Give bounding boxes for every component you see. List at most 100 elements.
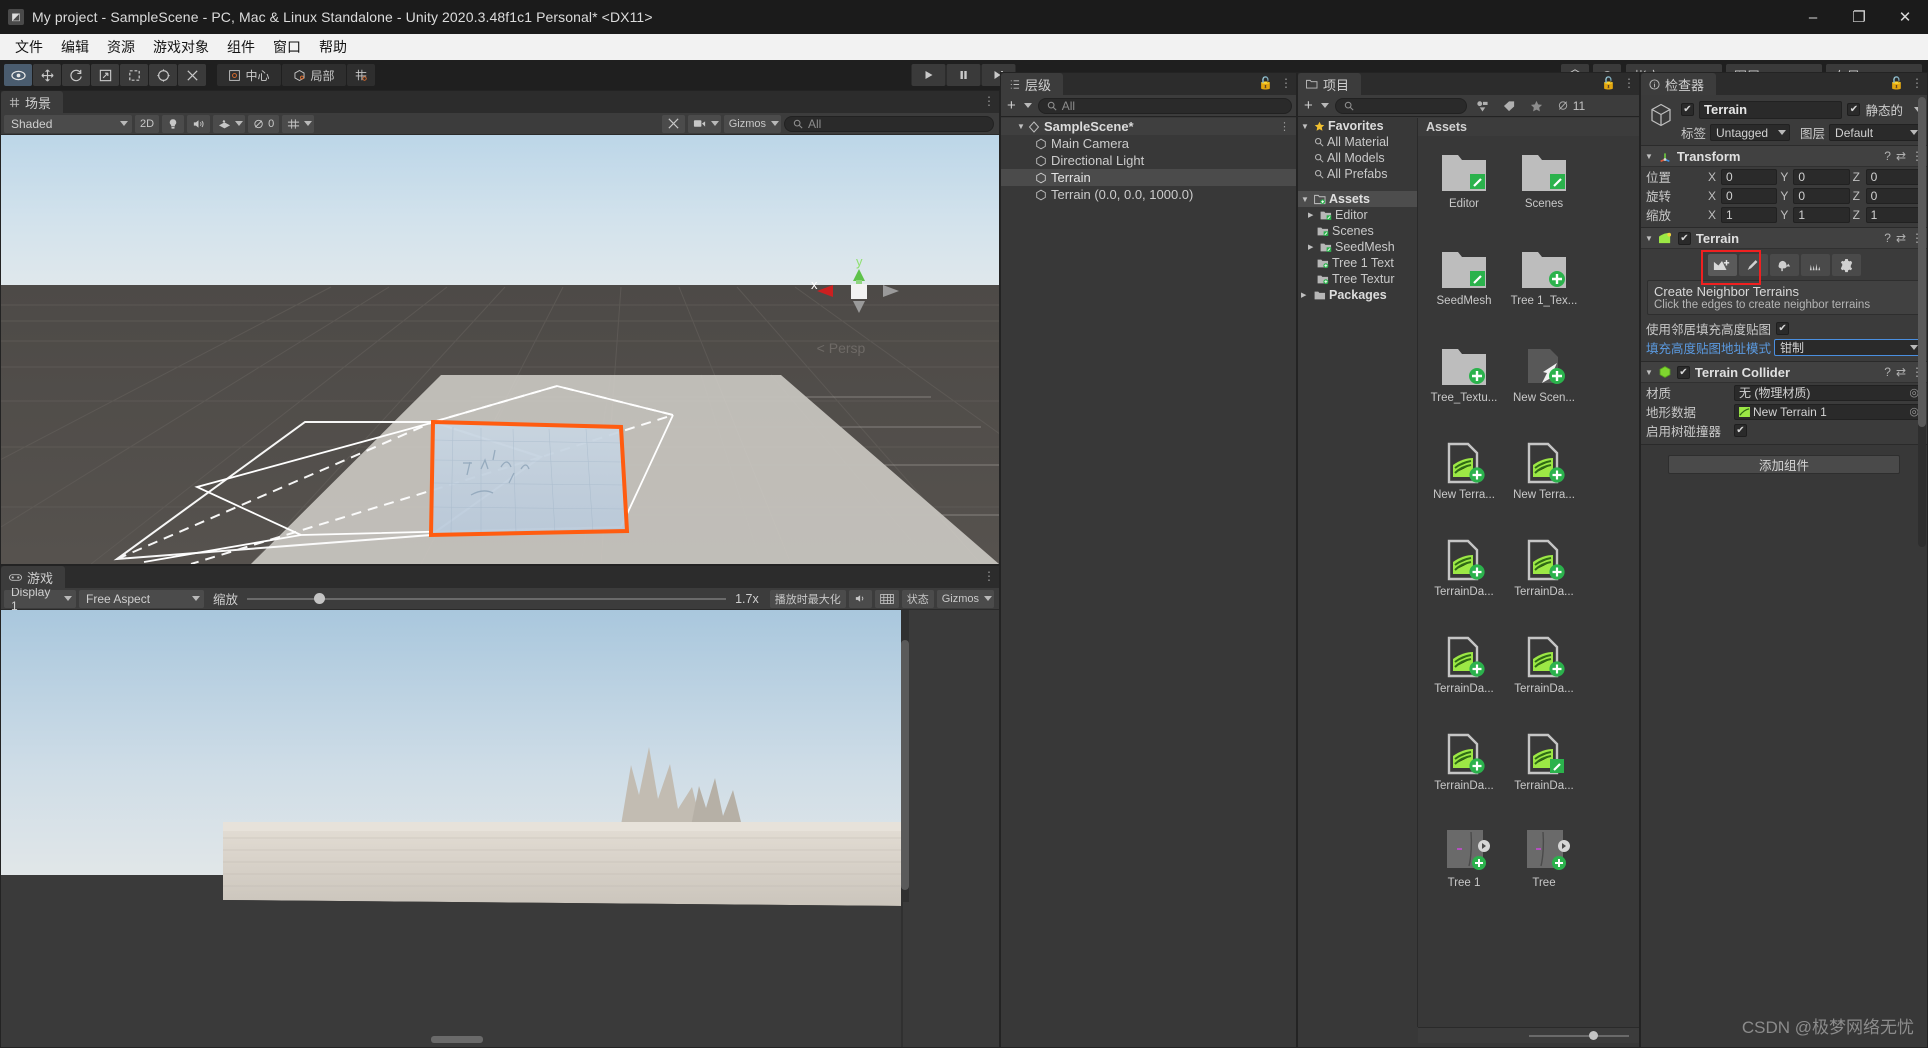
terrain-data-object-field[interactable]: New Terrain 1 ◎ bbox=[1734, 403, 1922, 420]
terrain-collider-header[interactable]: ▼ ✔ Terrain Collider ? ⇄ ⋮ bbox=[1641, 362, 1927, 383]
asset-item-terraindata-5[interactable]: TerrainDa... bbox=[1428, 730, 1500, 823]
project-filter-type-icon[interactable] bbox=[1471, 97, 1494, 115]
expand-arrow-icon[interactable]: ▼ bbox=[1301, 122, 1311, 131]
hierarchy-row-terrain-offset[interactable]: Terrain (0.0, 0.0, 1000.0) bbox=[1001, 186, 1296, 203]
scene-context-menu-icon[interactable]: ⋮ bbox=[1279, 120, 1290, 133]
position-x-input[interactable]: 0 bbox=[1721, 168, 1778, 185]
custom-tool-icon[interactable] bbox=[178, 64, 206, 86]
project-hidden-count[interactable]: 11 bbox=[1552, 97, 1590, 115]
asset-item-new-terrain-1[interactable]: New Terra... bbox=[1428, 439, 1500, 532]
tree-colliders-checkbox[interactable]: ✔ bbox=[1734, 424, 1747, 437]
project-tree-tree1-texture[interactable]: Tree 1 Text bbox=[1298, 255, 1417, 271]
expand-arrow-icon[interactable]: ▶ bbox=[1301, 291, 1311, 299]
game-gizmos-button[interactable]: Gizmos bbox=[936, 589, 994, 608]
project-tree-editor[interactable]: ▶ Editor bbox=[1298, 207, 1417, 223]
pause-button[interactable] bbox=[946, 64, 981, 86]
game-viewport[interactable] bbox=[1, 610, 999, 1047]
object-name-input[interactable]: Terrain bbox=[1699, 100, 1843, 119]
project-search-input[interactable] bbox=[1334, 97, 1467, 114]
hand-tool-icon[interactable] bbox=[4, 64, 32, 86]
project-filter-label-icon[interactable] bbox=[1498, 97, 1521, 115]
hierarchy-menu-icon[interactable]: ⋮ bbox=[1280, 76, 1292, 90]
maximize-button[interactable]: ❐ bbox=[1836, 0, 1882, 34]
position-y-input[interactable]: 0 bbox=[1793, 168, 1850, 185]
project-tree-all-material[interactable]: All Material bbox=[1298, 134, 1417, 150]
game-mute-audio-icon[interactable] bbox=[848, 589, 872, 608]
asset-item-tree1-texture[interactable]: Tree 1_Tex... bbox=[1508, 245, 1580, 338]
layer-dropdown[interactable]: Default bbox=[1829, 124, 1922, 141]
display-dropdown[interactable]: Display 1 bbox=[4, 585, 76, 613]
rotation-x-input[interactable]: 0 bbox=[1721, 187, 1778, 204]
asset-item-scenes[interactable]: Scenes bbox=[1508, 148, 1580, 241]
scene-audio-mute-icon[interactable]: 0 bbox=[248, 114, 280, 133]
create-neighbor-terrains-tool[interactable] bbox=[1707, 254, 1737, 276]
scene-viewport[interactable]: x y < Persp bbox=[1, 135, 999, 564]
pivot-mode-button[interactable]: 中心 bbox=[217, 64, 281, 86]
hierarchy-row-main-camera[interactable]: Main Camera bbox=[1001, 135, 1296, 152]
preset-icon[interactable]: ⇄ bbox=[1896, 231, 1906, 245]
aspect-dropdown[interactable]: Free Aspect bbox=[79, 589, 204, 608]
add-component-button[interactable]: 添加组件 bbox=[1668, 455, 1900, 474]
game-stats-button[interactable]: 状态 bbox=[901, 589, 934, 608]
tab-game[interactable]: 游戏 bbox=[1, 566, 66, 588]
project-tree-packages[interactable]: ▶ Packages bbox=[1298, 287, 1417, 303]
project-tree-all-models[interactable]: All Models bbox=[1298, 150, 1417, 166]
scene-audio-icon[interactable] bbox=[187, 114, 211, 133]
scale-x-input[interactable]: 1 bbox=[1721, 206, 1778, 223]
hierarchy-search-input[interactable]: All bbox=[1037, 97, 1292, 114]
help-icon[interactable]: ? bbox=[1884, 365, 1891, 379]
rotation-y-input[interactable]: 0 bbox=[1793, 187, 1850, 204]
asset-item-editor[interactable]: Editor bbox=[1428, 148, 1500, 241]
collapse-arrow-icon[interactable]: ▼ bbox=[1645, 368, 1653, 377]
game-horizontal-scrollbar[interactable] bbox=[431, 1036, 483, 1043]
tab-inspector[interactable]: 检查器 bbox=[1641, 73, 1717, 95]
transform-tool-icon[interactable] bbox=[149, 64, 177, 86]
scene-search-input[interactable]: All bbox=[784, 115, 994, 132]
collapse-arrow-icon[interactable]: ▼ bbox=[1645, 234, 1653, 243]
lock-icon[interactable]: 🔓 bbox=[1258, 76, 1273, 90]
project-tree-scenes[interactable]: Scenes bbox=[1298, 223, 1417, 239]
terrain-header[interactable]: ▼ ✔ Terrain ? ⇄ ⋮ bbox=[1641, 228, 1927, 249]
scale-tool-icon[interactable] bbox=[91, 64, 119, 86]
scene-lighting-icon[interactable] bbox=[162, 114, 185, 133]
minimize-button[interactable]: – bbox=[1790, 0, 1836, 34]
toggle-2d-button[interactable]: 2D bbox=[135, 114, 160, 133]
project-tree-all-prefabs[interactable]: All Prefabs bbox=[1298, 166, 1417, 182]
game-stats-grid-icon[interactable] bbox=[874, 589, 899, 608]
preset-icon[interactable]: ⇄ bbox=[1896, 365, 1906, 379]
asset-item-tree-texture[interactable]: Tree_Textu... bbox=[1428, 342, 1500, 435]
play-button[interactable] bbox=[911, 64, 946, 86]
project-menu-icon[interactable]: ⋮ bbox=[1623, 76, 1635, 90]
scale-z-input[interactable]: 1 bbox=[1865, 206, 1922, 223]
help-icon[interactable]: ? bbox=[1884, 231, 1891, 245]
asset-item-terraindata-3[interactable]: TerrainDa... bbox=[1428, 633, 1500, 726]
menu-item-component[interactable]: 组件 bbox=[218, 35, 264, 59]
project-zoom-thumb[interactable] bbox=[1589, 1030, 1598, 1040]
scene-tab-menu[interactable]: ⋮ bbox=[983, 94, 995, 108]
inspector-menu-icon[interactable]: ⋮ bbox=[1911, 76, 1923, 90]
static-checkbox[interactable]: ✔ bbox=[1847, 103, 1861, 116]
scene-fx-icon[interactable] bbox=[213, 114, 246, 133]
hierarchy-row-samplescene[interactable]: ▼ SampleScene* ⋮ bbox=[1001, 118, 1296, 135]
inspector-lock-icon[interactable]: 🔓 bbox=[1889, 76, 1904, 90]
asset-item-terraindata-4[interactable]: TerrainDa... bbox=[1508, 633, 1580, 726]
space-mode-button[interactable]: 局部 bbox=[282, 64, 346, 86]
game-tab-menu[interactable]: ⋮ bbox=[983, 569, 995, 583]
asset-item-terraindata-2[interactable]: TerrainDa... bbox=[1508, 536, 1580, 629]
project-tree-assets[interactable]: ▼ Assets bbox=[1298, 191, 1417, 207]
scene-tools-icon[interactable] bbox=[661, 114, 685, 133]
menu-item-assets[interactable]: 资源 bbox=[98, 35, 144, 59]
hierarchy-add-button[interactable]: + bbox=[1005, 97, 1034, 114]
menu-item-edit[interactable]: 编辑 bbox=[52, 35, 98, 59]
collider-enabled-checkbox[interactable]: ✔ bbox=[1676, 365, 1690, 379]
help-icon[interactable]: ? bbox=[1884, 149, 1891, 163]
scene-grid-icon[interactable] bbox=[282, 114, 315, 133]
project-tree-seedmesh[interactable]: ▶ SeedMesh bbox=[1298, 239, 1417, 255]
paint-trees-tool[interactable] bbox=[1769, 254, 1799, 276]
scene-camera-icon[interactable] bbox=[687, 114, 721, 133]
menu-item-file[interactable]: 文件 bbox=[6, 35, 52, 59]
expand-arrow-icon[interactable]: ▶ bbox=[1308, 243, 1317, 251]
asset-item-terraindata-6[interactable]: TerrainDa... bbox=[1508, 730, 1580, 823]
asset-item-tree-1[interactable]: Tree 1 bbox=[1428, 827, 1500, 920]
fill-heightmap-checkbox[interactable]: ✔ bbox=[1776, 322, 1790, 335]
